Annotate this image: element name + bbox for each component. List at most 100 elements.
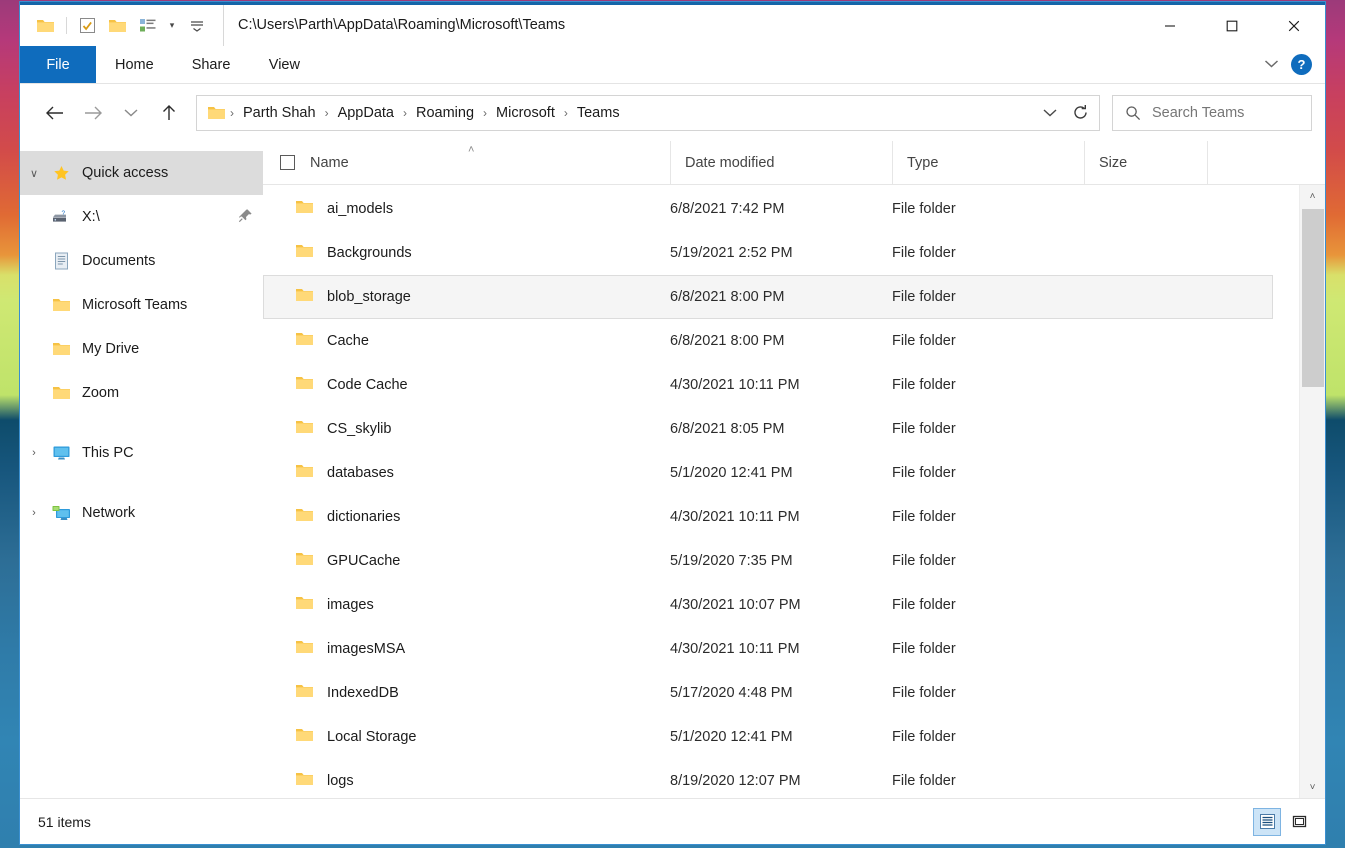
column-header-size[interactable]: Size bbox=[1084, 141, 1207, 185]
sidebar-item-my-drive[interactable]: My Drive bbox=[20, 327, 263, 371]
address-bar-row: › Parth Shah › AppData › Roaming › Micro… bbox=[20, 84, 1325, 141]
sidebar-item-label: Quick access bbox=[82, 165, 168, 181]
recent-locations-button[interactable] bbox=[112, 94, 150, 132]
file-name-label: images bbox=[327, 597, 374, 613]
sidebar-item-label: Zoom bbox=[82, 385, 119, 401]
item-count-label: 51 items bbox=[38, 814, 91, 830]
date-modified-cell: 6/8/2021 8:05 PM bbox=[670, 407, 892, 451]
table-row[interactable]: CS_skylib6/8/2021 8:05 PMFile folder bbox=[263, 407, 1273, 451]
refresh-icon[interactable] bbox=[1065, 97, 1095, 129]
tab-home[interactable]: Home bbox=[96, 46, 173, 83]
window-controls bbox=[1139, 5, 1325, 46]
scroll-down-button[interactable]: ˅ bbox=[1300, 776, 1326, 798]
table-row[interactable]: Cache6/8/2021 8:00 PMFile folder bbox=[263, 319, 1273, 363]
chevron-down-icon[interactable]: ∨ bbox=[20, 167, 48, 180]
file-name-label: Code Cache bbox=[327, 377, 408, 393]
sidebar-item-label: This PC bbox=[82, 445, 134, 461]
breadcrumb-folder-icon bbox=[207, 105, 226, 121]
sidebar-item-documents[interactable]: Documents bbox=[20, 239, 263, 283]
table-row[interactable]: logs8/19/2020 12:07 PMFile folder bbox=[263, 759, 1273, 798]
size-cell bbox=[1084, 671, 1207, 715]
breadcrumb-dropdown-icon[interactable] bbox=[1035, 97, 1065, 129]
folder-icon bbox=[48, 341, 74, 357]
breadcrumb-item-1[interactable]: AppData bbox=[331, 96, 401, 130]
maximize-button[interactable] bbox=[1201, 5, 1263, 46]
size-cell bbox=[1084, 275, 1207, 319]
chevron-right-icon[interactable]: › bbox=[20, 447, 48, 459]
table-row[interactable]: blob_storage6/8/2021 8:00 PMFile folder bbox=[263, 275, 1273, 319]
breadcrumb-item-0[interactable]: Parth Shah bbox=[236, 96, 323, 130]
file-name-label: IndexedDB bbox=[327, 685, 399, 701]
breadcrumb-item-2[interactable]: Roaming bbox=[409, 96, 481, 130]
file-name-label: CS_skylib bbox=[327, 421, 391, 437]
table-row[interactable]: IndexedDB5/17/2020 4:48 PMFile folder bbox=[263, 671, 1273, 715]
view-mode-buttons bbox=[1253, 808, 1313, 836]
new-folder-icon[interactable] bbox=[104, 12, 131, 39]
scrollbar-track[interactable] bbox=[1300, 207, 1326, 776]
table-row[interactable]: Backgrounds5/19/2021 2:52 PMFile folder bbox=[263, 231, 1273, 275]
vertical-scrollbar[interactable]: ˄ ˅ bbox=[1299, 185, 1325, 798]
folder-icon bbox=[295, 419, 314, 439]
help-icon[interactable]: ? bbox=[1291, 54, 1312, 75]
type-cell: File folder bbox=[892, 759, 1084, 798]
table-row[interactable]: imagesMSA4/30/2021 10:11 PMFile folder bbox=[263, 627, 1273, 671]
column-header-label: Name bbox=[310, 155, 349, 171]
breadcrumb-address-bar[interactable]: › Parth Shah › AppData › Roaming › Micro… bbox=[196, 95, 1100, 131]
sidebar-item-label: X:\ bbox=[82, 209, 100, 225]
tab-view[interactable]: View bbox=[249, 46, 319, 83]
file-name-label: imagesMSA bbox=[327, 641, 405, 657]
minimize-button[interactable] bbox=[1139, 5, 1201, 46]
chevron-down-icon[interactable] bbox=[1264, 56, 1279, 74]
network-icon bbox=[48, 505, 74, 522]
chevron-right-icon[interactable]: › bbox=[20, 507, 48, 519]
documents-icon bbox=[48, 252, 74, 270]
sidebar-item-zoom[interactable]: Zoom bbox=[20, 371, 263, 415]
file-rows: ai_models6/8/2021 7:42 PMFile folderBack… bbox=[263, 185, 1299, 798]
table-row[interactable]: databases5/1/2020 12:41 PMFile folder bbox=[263, 451, 1273, 495]
sidebar-item-this-pc[interactable]: › This PC bbox=[20, 431, 263, 475]
customize-toolbar-icon[interactable] bbox=[134, 12, 161, 39]
close-button[interactable] bbox=[1263, 5, 1325, 46]
date-modified-cell: 4/30/2021 10:11 PM bbox=[670, 363, 892, 407]
folder-icon bbox=[295, 375, 314, 395]
table-row[interactable]: Code Cache4/30/2021 10:11 PMFile folder bbox=[263, 363, 1273, 407]
properties-checkbox-icon[interactable] bbox=[74, 12, 101, 39]
scrollbar-thumb[interactable] bbox=[1302, 209, 1324, 387]
folder-icon bbox=[295, 639, 314, 659]
table-row[interactable]: images4/30/2021 10:07 PMFile folder bbox=[263, 583, 1273, 627]
toolbar-overflow-icon[interactable] bbox=[183, 12, 210, 39]
sidebar-item-network[interactable]: › Network bbox=[20, 491, 263, 535]
sidebar-item-quick-access[interactable]: ∨ Quick access bbox=[20, 151, 263, 195]
folder-icon bbox=[295, 507, 314, 527]
breadcrumb-item-4[interactable]: Teams bbox=[570, 96, 627, 130]
table-row[interactable]: ai_models6/8/2021 7:42 PMFile folder bbox=[263, 187, 1273, 231]
select-all-checkbox[interactable] bbox=[280, 155, 295, 170]
column-header-type[interactable]: Type bbox=[892, 141, 1084, 185]
details-view-button[interactable] bbox=[1253, 808, 1281, 836]
explorer-folder-icon[interactable] bbox=[32, 12, 59, 39]
breadcrumb-item-3[interactable]: Microsoft bbox=[489, 96, 562, 130]
back-button[interactable] bbox=[36, 94, 74, 132]
column-header-date-modified[interactable]: Date modified bbox=[670, 141, 892, 185]
table-row[interactable]: GPUCache5/19/2020 7:35 PMFile folder bbox=[263, 539, 1273, 583]
ribbon-right-controls: ? bbox=[1264, 46, 1325, 83]
size-cell bbox=[1084, 231, 1207, 275]
scroll-up-button[interactable]: ˄ bbox=[1300, 185, 1326, 207]
sidebar-item-microsoft-teams[interactable]: Microsoft Teams bbox=[20, 283, 263, 327]
file-name-cell: IndexedDB bbox=[264, 671, 670, 715]
toolbar-dropdown-caret[interactable]: ▾ bbox=[164, 20, 180, 31]
table-row[interactable]: dictionaries4/30/2021 10:11 PMFile folde… bbox=[263, 495, 1273, 539]
size-cell bbox=[1084, 583, 1207, 627]
pin-icon[interactable] bbox=[238, 208, 253, 227]
column-header-name[interactable]: Name ˄ bbox=[263, 141, 670, 185]
forward-button[interactable] bbox=[74, 94, 112, 132]
folder-icon bbox=[48, 385, 74, 401]
window-title-path: C:\Users\Parth\AppData\Roaming\Microsoft… bbox=[223, 5, 565, 46]
up-one-level-button[interactable] bbox=[150, 94, 188, 132]
table-row[interactable]: Local Storage5/1/2020 12:41 PMFile folde… bbox=[263, 715, 1273, 759]
tab-share[interactable]: Share bbox=[173, 46, 250, 83]
search-input[interactable]: Search Teams bbox=[1112, 95, 1312, 131]
large-icons-view-button[interactable] bbox=[1285, 808, 1313, 836]
sidebar-item-x-drive[interactable]: ? X:\ bbox=[20, 195, 263, 239]
tab-file[interactable]: File bbox=[20, 46, 96, 83]
